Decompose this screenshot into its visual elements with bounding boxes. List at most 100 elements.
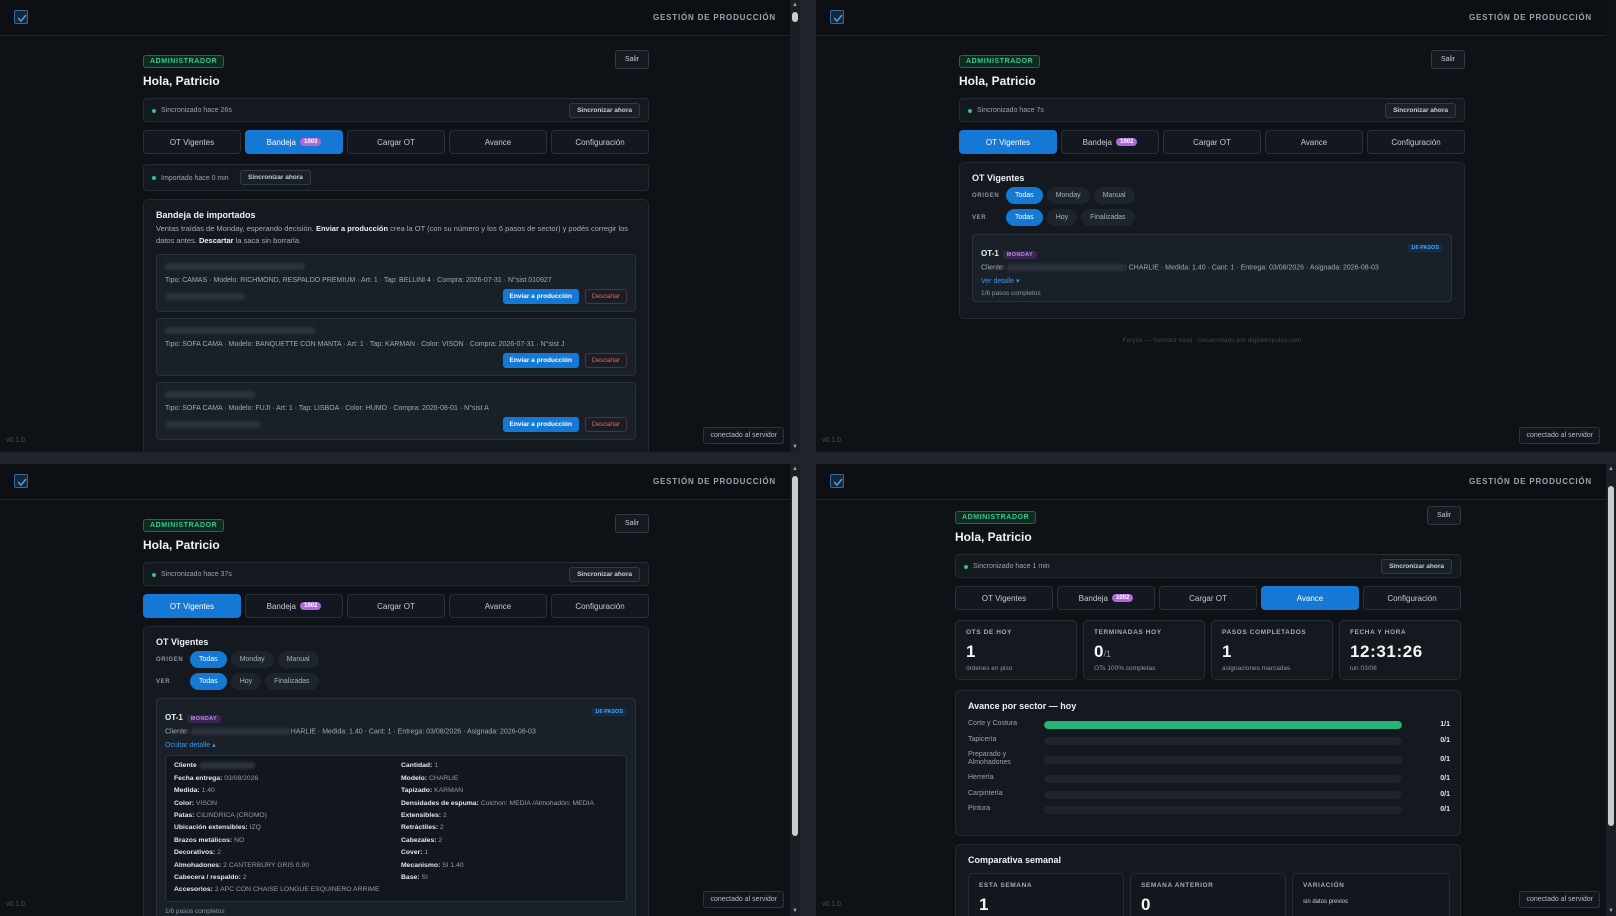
- ot-id: OT-1: [165, 713, 183, 722]
- tab-cargar-ot[interactable]: Cargar OT: [347, 130, 445, 154]
- detail-field: Cabezales: 2: [401, 836, 443, 844]
- source-badge: MONDAY: [1002, 251, 1038, 259]
- send-to-production-button[interactable]: Enviar a producción: [502, 417, 579, 432]
- app-logo-icon: [830, 10, 844, 24]
- detail-field: Cover: 1: [401, 849, 429, 857]
- bandeja-description: Ventas traídas de Monday, esperando deci…: [156, 224, 629, 245]
- chip-origen-todas[interactable]: Todas: [190, 651, 227, 668]
- detail-field: Brazos metálicos: NO: [174, 836, 245, 844]
- weekly-comparison-card: Comparativa semanal ESTA SEMANA 1 SEMANA…: [955, 844, 1461, 916]
- window-ot-detalle: GESTIÓN DE PRODUCCIÓN ADMINISTRADOR Hola…: [0, 464, 800, 916]
- main-content: ADMINISTRADOR Hola, Patricio Salir Sincr…: [143, 50, 649, 452]
- scroll-up-icon[interactable]: ▲: [791, 1, 799, 9]
- send-to-production-button[interactable]: Enviar a producción: [502, 353, 579, 368]
- detail-field: Cabecera / respaldo: 2: [174, 874, 247, 881]
- ocultar-detalle-link[interactable]: Ocultar detalle ▴: [165, 741, 627, 749]
- ot-detail-box: Cliente Fecha entrega: 03/08/2026 Medida…: [165, 755, 627, 902]
- logout-button[interactable]: Salir: [1430, 50, 1465, 69]
- role-badge: ADMINISTRADOR: [955, 511, 1037, 524]
- scrollbar[interactable]: ▲ ▼: [1606, 464, 1616, 916]
- logout-button[interactable]: Salir: [1426, 506, 1461, 525]
- import-sync-now-button[interactable]: Sincronizar ahora: [240, 170, 311, 185]
- scroll-up-icon[interactable]: ▲: [1607, 465, 1615, 473]
- week-variation: VARIACIÓN sin datos previos: [1292, 873, 1450, 916]
- stats-row: OTS DE HOY 1 órdenes en piso TERMINADAS …: [955, 620, 1461, 680]
- chip-origen-todas[interactable]: Todas: [1006, 187, 1043, 204]
- tab-configuracion[interactable]: Configuración: [1367, 130, 1465, 154]
- chip-origen-monday[interactable]: Monday: [230, 651, 274, 668]
- ver-filter: VER Todas Hoy Finalizadas: [972, 209, 1452, 226]
- import-item: Tipo: CAMAS · Modelo: RICHMOND, RESPALDO…: [156, 254, 636, 312]
- ot-vigentes-title: OT Vigentes: [972, 173, 1025, 183]
- tab-ot-vigentes[interactable]: OT Vigentes: [143, 130, 241, 154]
- tab-configuracion[interactable]: Configuración: [551, 594, 649, 618]
- bandeja-count-badge: 1003: [300, 138, 322, 146]
- role-badge: ADMINISTRADOR: [959, 55, 1041, 68]
- tab-cargar-ot[interactable]: Cargar OT: [347, 594, 445, 618]
- discard-button[interactable]: Descartar: [584, 353, 627, 368]
- scrollbar[interactable]: ▲ ▼: [790, 464, 800, 916]
- ot-summary: Cliente: HARLIE · Medida: 1.40 · Cant: 1…: [165, 728, 536, 736]
- scroll-thumb[interactable]: [1608, 486, 1614, 826]
- sync-bar: Sincronizado hace 26s Sincronizar ahora: [143, 98, 649, 122]
- chip-ver-hoy[interactable]: Hoy: [230, 673, 262, 690]
- tab-avance[interactable]: Avance: [449, 594, 547, 618]
- discard-button[interactable]: Descartar: [584, 417, 627, 432]
- connection-status: conectado al servidor: [1519, 427, 1600, 444]
- tab-ot-vigentes[interactable]: OT Vigentes: [955, 586, 1053, 610]
- app-logo-icon: [14, 10, 28, 24]
- sync-now-button[interactable]: Sincronizar ahora: [1381, 559, 1452, 574]
- ver-detalle-link[interactable]: Ver detalle ▾: [981, 277, 1443, 285]
- tab-ot-vigentes[interactable]: OT Vigentes: [959, 130, 1057, 154]
- tab-cargar-ot[interactable]: Cargar OT: [1163, 130, 1261, 154]
- tab-configuracion[interactable]: Configuración: [551, 130, 649, 154]
- scroll-thumb[interactable]: [792, 476, 798, 836]
- tab-avance[interactable]: Avance: [1261, 586, 1359, 610]
- tab-bandeja[interactable]: Bandeja 1002: [1061, 130, 1159, 154]
- sector-row: Carpintería 0/1: [968, 789, 1450, 799]
- tab-cargar-ot[interactable]: Cargar OT: [1159, 586, 1257, 610]
- tab-bandeja[interactable]: Bandeja 1002: [1057, 586, 1155, 610]
- tab-avance[interactable]: Avance: [449, 130, 547, 154]
- pasos-completos: 1/6 pasos completos: [165, 907, 225, 915]
- scroll-down-icon[interactable]: ▼: [791, 907, 799, 915]
- tab-bandeja[interactable]: Bandeja 1002: [245, 594, 343, 618]
- scroll-thumb[interactable]: [792, 12, 798, 22]
- chip-origen-manual[interactable]: Manual: [1093, 187, 1135, 204]
- sync-now-button[interactable]: Sincronizar ahora: [569, 103, 640, 118]
- footer-credit: Faryce — Servidor local · Desarrollado p…: [1122, 337, 1302, 344]
- tab-avance[interactable]: Avance: [1265, 130, 1363, 154]
- week-previous: SEMANA ANTERIOR 0: [1130, 873, 1286, 916]
- ot-item[interactable]: OT-1 MONDAY 1/6 PASOS Cliente: HARLIE · M…: [156, 698, 636, 916]
- tab-bandeja[interactable]: Bandeja 1003: [245, 130, 343, 154]
- scroll-up-icon[interactable]: ▲: [791, 465, 799, 473]
- chip-ver-todas[interactable]: Todas: [1006, 209, 1043, 226]
- ot-vigentes-card: OT Vigentes ORIGEN Todas Monday Manual V…: [143, 626, 649, 916]
- redacted-client: [190, 728, 291, 735]
- discard-button[interactable]: Descartar: [584, 289, 627, 304]
- import-item-detail: Tipo: SOFA CAMA · Modelo: BANQUETTE CON …: [165, 341, 565, 348]
- chip-origen-manual[interactable]: Manual: [277, 651, 319, 668]
- greeting: Hola, Patricio: [959, 74, 1036, 88]
- chip-origen-monday[interactable]: Monday: [1046, 187, 1090, 204]
- sync-now-button[interactable]: Sincronizar ahora: [569, 567, 640, 582]
- app-title: GESTIÓN DE PRODUCCIÓN: [652, 13, 776, 22]
- weekly-comparison-title: Comparativa semanal: [968, 855, 1062, 865]
- ot-item[interactable]: OT-1 MONDAY 1/6 PASOS Cliente: : CHARLIE …: [972, 234, 1452, 302]
- chip-ver-finalizadas[interactable]: Finalizadas: [1081, 209, 1135, 226]
- tab-ot-vigentes[interactable]: OT Vigentes: [143, 594, 241, 618]
- send-to-production-button[interactable]: Enviar a producción: [502, 289, 579, 304]
- detail-field: Extensibles: 2: [401, 811, 447, 819]
- logout-button[interactable]: Salir: [614, 50, 649, 69]
- sector-progress-track: [1044, 775, 1402, 783]
- sync-now-button[interactable]: Sincronizar ahora: [1385, 103, 1456, 118]
- chip-ver-todas[interactable]: Todas: [190, 673, 227, 690]
- scroll-down-icon[interactable]: ▼: [1607, 907, 1615, 915]
- scroll-down-icon[interactable]: ▼: [791, 443, 799, 451]
- sector-progress-track: [1044, 721, 1402, 729]
- chip-ver-finalizadas[interactable]: Finalizadas: [265, 673, 319, 690]
- scrollbar[interactable]: ▲ ▼: [790, 0, 800, 452]
- logout-button[interactable]: Salir: [614, 514, 649, 533]
- tab-configuracion[interactable]: Configuración: [1363, 586, 1461, 610]
- chip-ver-hoy[interactable]: Hoy: [1046, 209, 1078, 226]
